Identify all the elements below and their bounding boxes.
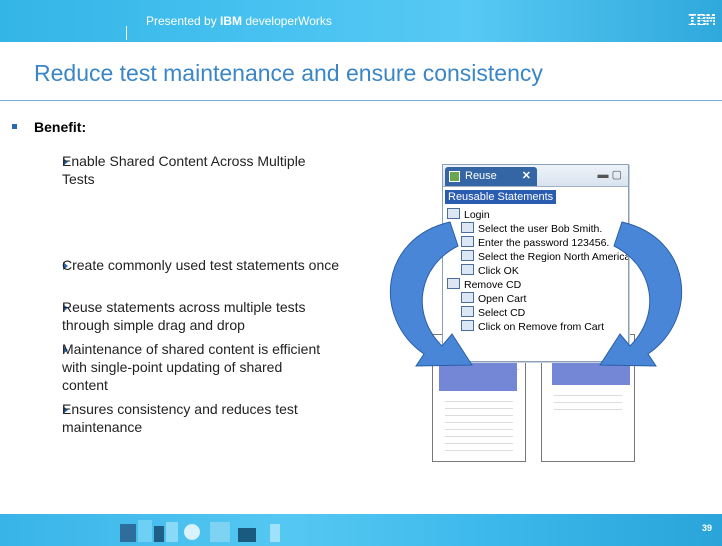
footer-bar: 39 bbox=[0, 514, 722, 546]
page-number: 39 bbox=[701, 523, 712, 533]
drag-arrows-illustration bbox=[390, 221, 682, 367]
footer-decoration-icon bbox=[120, 520, 280, 542]
curved-arrow-right-icon bbox=[599, 221, 682, 367]
curved-arrow-left-icon bbox=[390, 221, 473, 367]
